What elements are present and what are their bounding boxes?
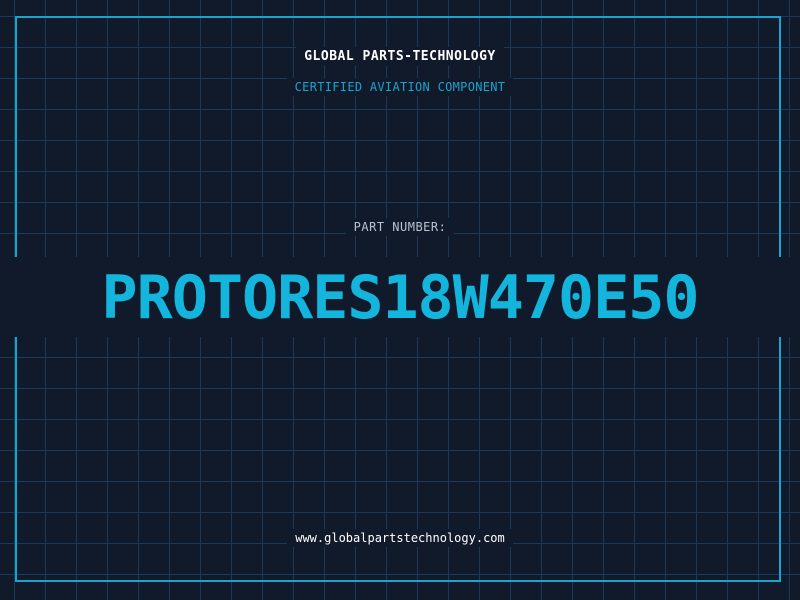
website-row: www.globalpartstechnology.com — [0, 529, 800, 547]
part-number-label: PART NUMBER: — [345, 218, 455, 236]
part-number-label-row: PART NUMBER: — [0, 218, 800, 236]
subtitle-row: CERTIFIED AVIATION COMPONENT — [0, 78, 800, 96]
company-title-row: GLOBAL PARTS-TECHNOLOGY — [0, 47, 800, 66]
part-number-value: PROTORES18W470E50 — [101, 263, 699, 333]
company-name: GLOBAL PARTS-TECHNOLOGY — [296, 47, 504, 66]
certification-subtitle: CERTIFIED AVIATION COMPONENT — [286, 78, 514, 96]
website-url: www.globalpartstechnology.com — [287, 529, 513, 547]
